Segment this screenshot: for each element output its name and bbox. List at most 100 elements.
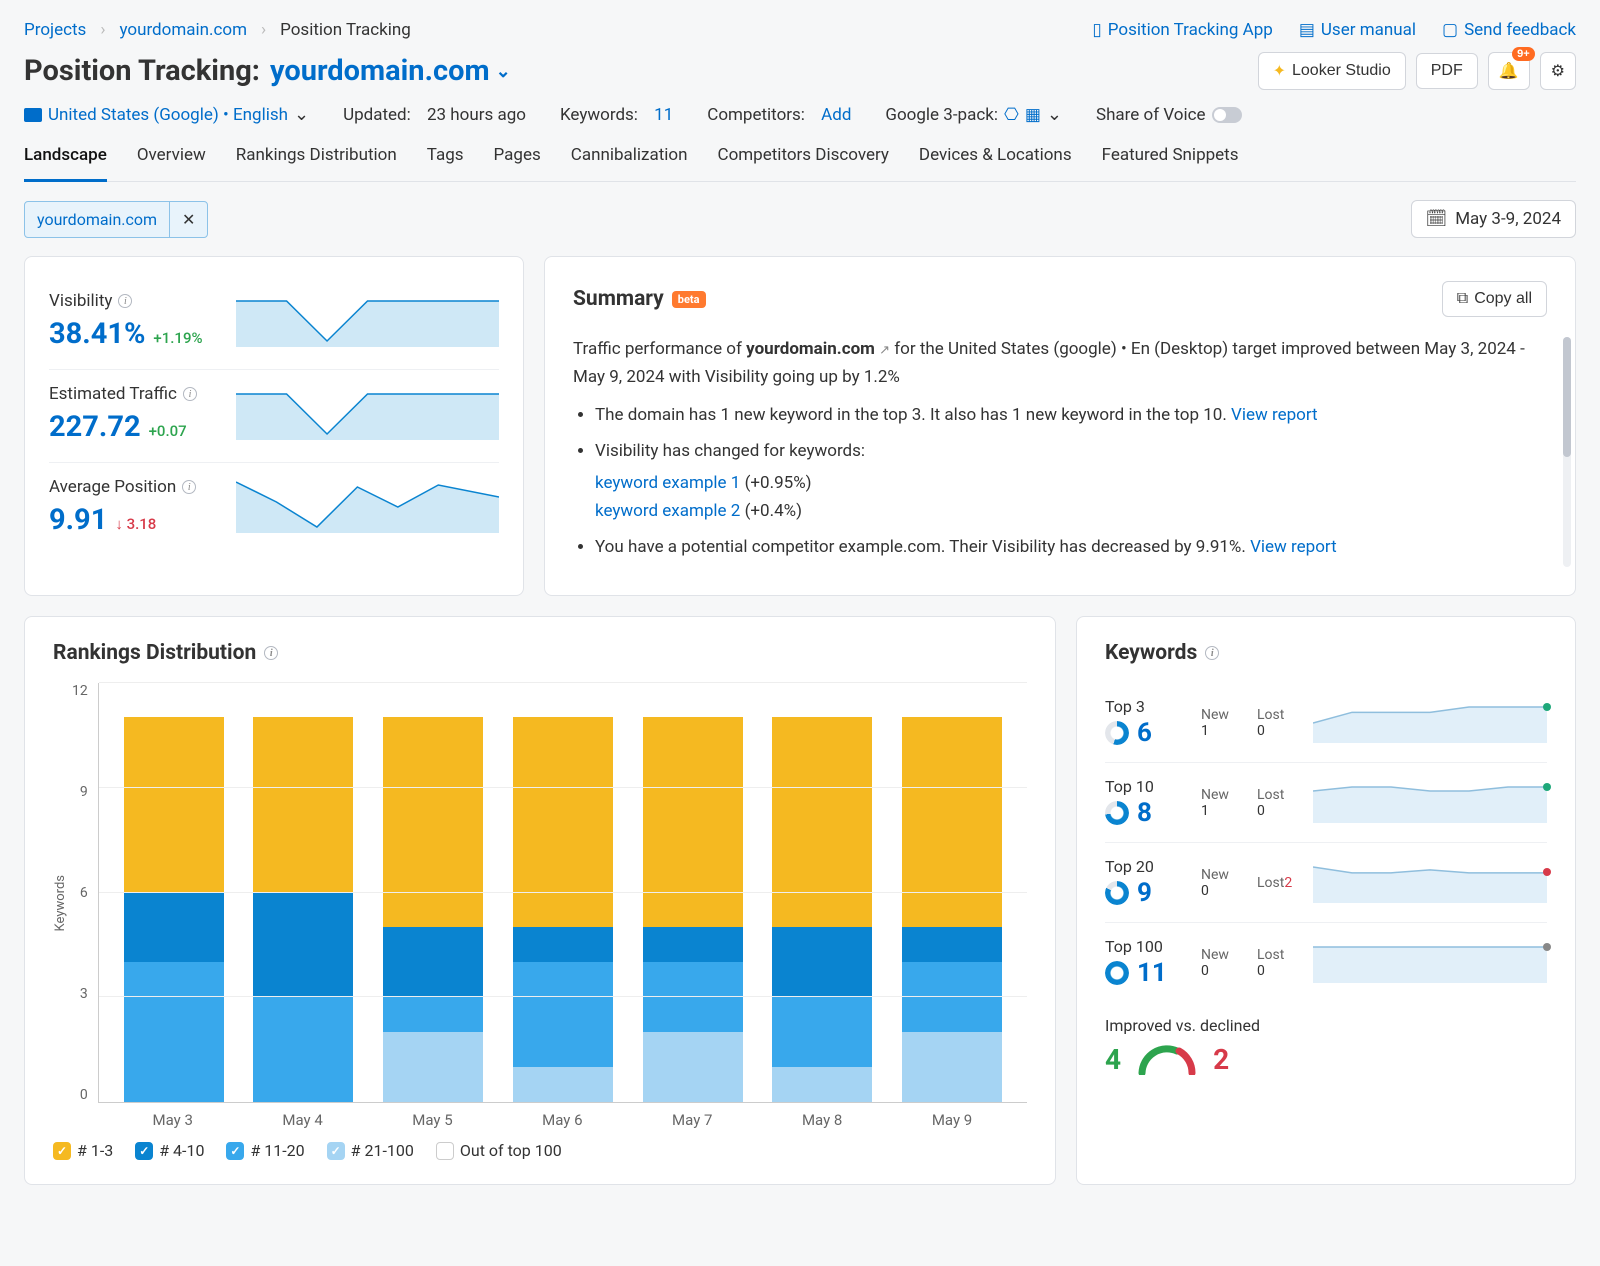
info-icon[interactable]: i (183, 387, 197, 401)
kpi-avgpos-label: Average Position (49, 477, 176, 497)
summary-card: Summary beta ⧉ Copy all Traffic performa… (544, 256, 1576, 596)
legend-item[interactable]: ✓# 21-100 (327, 1141, 414, 1160)
copy-icon: ⧉ (1457, 290, 1468, 308)
tab-landscape[interactable]: Landscape (24, 145, 107, 182)
legend-item[interactable]: ✓# 1-3 (53, 1141, 113, 1160)
chevron-down-icon: ⌄ (294, 104, 309, 125)
google-3pack-dropdown[interactable]: Google 3-pack: ⎔ ▦ ⌄ (885, 104, 1062, 125)
chevron-right-icon: › (100, 20, 105, 40)
sparkline-visibility (236, 291, 499, 347)
settings-button[interactable]: ⚙ (1540, 52, 1576, 90)
keywords-count: Keywords: 11 (560, 105, 673, 125)
notification-badge: 9+ (1512, 47, 1535, 61)
tab-competitors-discovery[interactable]: Competitors Discovery (718, 145, 889, 181)
breadcrumb-projects[interactable]: Projects (24, 20, 86, 40)
info-icon[interactable]: i (1205, 646, 1219, 660)
legend-item[interactable]: Out of top 100 (436, 1141, 562, 1160)
keyword-row[interactable]: Top 209New0Lost2 (1105, 843, 1547, 923)
keywords-title: Keywords (1105, 641, 1197, 665)
info-icon[interactable]: i (264, 646, 278, 660)
serp-icon: ▦ (1025, 105, 1041, 125)
keyword-row[interactable]: Top 10011New0Lost0 (1105, 923, 1547, 1002)
keyword-row[interactable]: Top 36New1Lost0 (1105, 683, 1547, 763)
date-range-picker[interactable]: 🗓 May 3-9, 2024 (1411, 200, 1576, 238)
bar-may-8[interactable] (772, 717, 872, 1102)
info-icon[interactable]: i (182, 480, 196, 494)
kpi-traffic-delta: +0.07 (149, 422, 187, 440)
improved-declined-label: Improved vs. declined (1105, 1016, 1547, 1035)
chip-label[interactable]: yourdomain.com (25, 202, 169, 237)
tab-pages[interactable]: Pages (494, 145, 541, 181)
bar-may-5[interactable] (383, 717, 483, 1102)
declined-count: 2 (1213, 1043, 1229, 1076)
chevron-down-icon: ⌄ (1047, 104, 1062, 125)
tab-devices-locations[interactable]: Devices & Locations (919, 145, 1072, 181)
domain-chip: yourdomain.com ✕ (24, 201, 208, 238)
share-of-voice-toggle[interactable]: Share of Voice (1096, 105, 1242, 125)
kpi-traffic-label: Estimated Traffic (49, 384, 177, 404)
bar-may-4[interactable] (253, 717, 353, 1102)
domain-dropdown[interactable]: yourdomain.com ⌄ (270, 54, 511, 88)
tab-cannibalization[interactable]: Cannibalization (571, 145, 688, 181)
bar-may-9[interactable] (902, 717, 1002, 1102)
summary-title: Summary (573, 287, 664, 311)
updated-label: Updated: 23 hours ago (343, 105, 526, 125)
breadcrumb: Projects › yourdomain.com › Position Tra… (24, 20, 411, 40)
view-report-link[interactable]: View report (1182, 573, 1269, 575)
competitors-label: Competitors: Add (707, 105, 851, 125)
improved-count: 4 (1105, 1043, 1121, 1076)
notifications-button[interactable]: 🔔 9+ (1488, 52, 1530, 90)
sparkline-avgpos (236, 477, 499, 533)
scrollbar[interactable] (1563, 337, 1571, 567)
view-report-link[interactable]: View report (1250, 537, 1337, 557)
rankings-distribution-title: Rankings Distribution (53, 641, 256, 665)
rankings-distribution-card: Rankings Distribution i Keywords 129630 … (24, 616, 1056, 1185)
breadcrumb-domain[interactable]: yourdomain.com (119, 20, 247, 40)
tab-featured-snippets[interactable]: Featured Snippets (1102, 145, 1239, 181)
toggle-off-icon (1212, 107, 1242, 123)
chevron-right-icon: › (261, 20, 266, 40)
pdf-button[interactable]: PDF (1416, 53, 1478, 89)
legend-item[interactable]: ✓# 11-20 (226, 1141, 304, 1160)
chip-remove-button[interactable]: ✕ (169, 202, 207, 237)
external-link-icon[interactable]: ↗ (879, 343, 890, 358)
kpi-visibility-delta: +1.19% (153, 329, 202, 347)
calendar-icon: 🗓 (1426, 209, 1448, 229)
tab-rankings-distribution[interactable]: Rankings Distribution (236, 145, 397, 181)
page-title: Position Tracking: (24, 54, 260, 88)
bell-icon: 🔔 (1499, 61, 1519, 81)
summary-body[interactable]: Traffic performance of yourdomain.com ↗ … (573, 335, 1547, 575)
map-pin-icon: ⎔ (1004, 105, 1019, 125)
tab-tags[interactable]: Tags (427, 145, 464, 181)
view-report-link[interactable]: View report (1231, 405, 1318, 425)
location-dropdown[interactable]: United States (Google) • English ⌄ (24, 104, 309, 125)
bar-may-7[interactable] (643, 717, 743, 1102)
kpi-avgpos-delta: ↓ 3.18 (115, 515, 156, 533)
phone-icon: ▯ (1092, 20, 1101, 40)
legend-item[interactable]: ✓# 4-10 (135, 1141, 204, 1160)
user-manual-link[interactable]: ▤User manual (1299, 20, 1416, 40)
copy-all-button[interactable]: ⧉ Copy all (1442, 281, 1547, 317)
breadcrumb-current: Position Tracking (280, 20, 411, 40)
looker-studio-button[interactable]: ✦ Looker Studio (1258, 52, 1406, 90)
kpi-visibility-label: Visibility (49, 291, 112, 311)
keyword-link[interactable]: keyword example 1 (595, 473, 740, 493)
keyword-link[interactable]: keyword example 2 (595, 501, 740, 521)
gauge-icon (1137, 1045, 1197, 1075)
position-tracking-app-link[interactable]: ▯Position Tracking App (1092, 20, 1272, 40)
tabs: Landscape Overview Rankings Distribution Ta… (24, 145, 1576, 182)
chevron-down-icon: ⌄ (496, 61, 511, 82)
desktop-icon (24, 108, 42, 122)
send-feedback-link[interactable]: ▢Send feedback (1442, 20, 1576, 40)
bar-may-3[interactable] (124, 717, 224, 1102)
keywords-link[interactable]: 11 (654, 105, 673, 125)
bar-may-6[interactable] (513, 717, 613, 1102)
keyword-row[interactable]: Top 108New1Lost0 (1105, 763, 1547, 843)
kpi-avgpos-value: 9.91 (49, 503, 107, 537)
info-icon[interactable]: i (118, 294, 132, 308)
tab-overview[interactable]: Overview (137, 145, 206, 181)
keywords-card: Keywords i Top 36New1Lost0Top 108New1Los… (1076, 616, 1576, 1185)
add-competitors-link[interactable]: Add (821, 105, 851, 125)
chart-y-axis: 129630 (72, 683, 98, 1103)
kpi-visibility-value: 38.41% (49, 317, 145, 351)
